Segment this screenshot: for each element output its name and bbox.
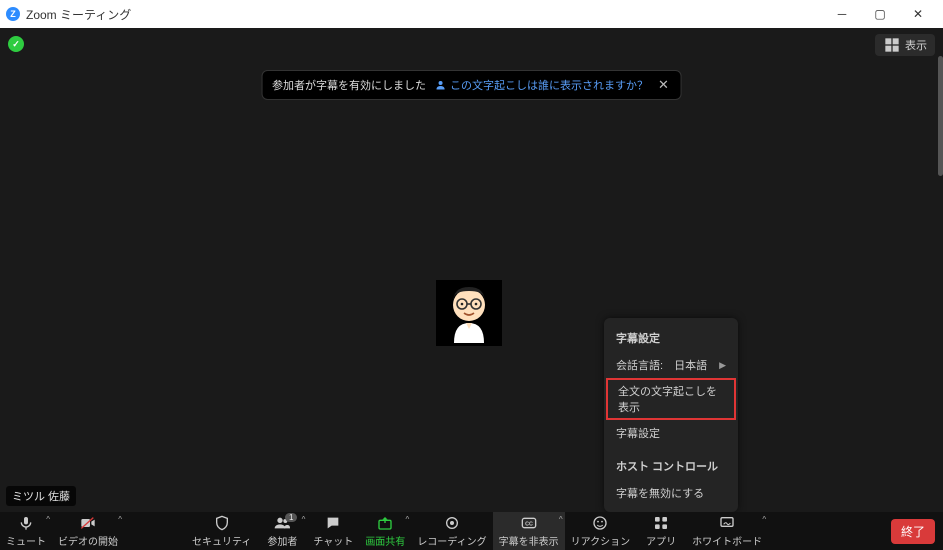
window-title: Zoom ミーティング — [26, 6, 131, 23]
smile-icon — [591, 515, 609, 531]
participant-avatar — [436, 280, 502, 346]
chat-icon — [324, 515, 342, 531]
record-icon — [443, 515, 461, 531]
video-area: 表示 参加者が字幕を有効にしました この文字起こしは誰に表示されますか？ ✕ ミ… — [0, 28, 943, 512]
avatar-icon — [444, 283, 494, 343]
chevron-right-icon: ▶ — [719, 360, 726, 371]
whiteboard-label: ホワイトボード — [692, 533, 762, 548]
share-icon — [376, 515, 394, 531]
spoken-language-item[interactable]: 会話言語: 日本語 ▶ — [604, 352, 738, 378]
show-full-transcript-item[interactable]: 全文の文字起こしを表示 — [606, 378, 736, 420]
caption-menu-heading: 字幕設定 — [604, 324, 738, 352]
security-label: セキュリティ — [192, 533, 251, 548]
subtitle-settings-item[interactable]: 字幕設定 — [604, 420, 738, 446]
camera-off-icon — [79, 515, 97, 531]
mic-icon — [17, 515, 35, 531]
share-button[interactable]: ^ 画面共有 — [359, 512, 411, 550]
show-full-transcript-label: 全文の文字起こしを表示 — [618, 383, 724, 415]
end-label: 終了 — [901, 525, 925, 539]
subtitle-settings-label: 字幕設定 — [616, 425, 660, 441]
person-icon — [434, 79, 446, 91]
chevron-up-icon[interactable]: ^ — [46, 515, 50, 524]
end-button[interactable]: 終了 — [891, 519, 935, 544]
maximize-button[interactable]: ▢ — [861, 0, 899, 28]
close-button[interactable]: ✕ — [899, 0, 937, 28]
toast-text: 参加者が字幕を有効にしました — [272, 77, 426, 93]
host-control-heading: ホスト コントロール — [604, 452, 738, 480]
cc-icon: CC — [520, 515, 538, 531]
chevron-up-icon[interactable]: ^ — [406, 515, 410, 524]
participants-label: 参加者 — [267, 533, 297, 548]
view-toggle-button[interactable]: 表示 — [875, 34, 935, 56]
disable-subtitles-label: 字幕を無効にする — [616, 485, 704, 501]
whiteboard-icon — [718, 515, 736, 531]
chevron-up-icon[interactable]: ^ — [302, 515, 306, 524]
share-label: 画面共有 — [365, 533, 405, 548]
chat-label: チャット — [313, 533, 353, 548]
chevron-up-icon[interactable]: ^ — [762, 515, 766, 524]
spoken-lang-value: 日本語 — [674, 360, 707, 372]
minimize-button[interactable]: ─ — [823, 0, 861, 28]
whiteboard-button[interactable]: ^ ホワイトボード — [686, 512, 768, 550]
reactions-button[interactable]: リアクション — [565, 512, 637, 550]
zoom-logo: Z — [6, 7, 20, 21]
spoken-lang-label: 会話言語: — [616, 360, 663, 372]
chat-button[interactable]: チャット — [307, 512, 359, 550]
toast-close-icon[interactable]: ✕ — [656, 77, 671, 93]
captions-label: 字幕を非表示 — [499, 533, 559, 548]
participant-name-label: ミツル 佐藤 — [6, 486, 76, 506]
disable-subtitles-item[interactable]: 字幕を無効にする — [604, 480, 738, 506]
record-button[interactable]: レコーディング — [411, 512, 492, 550]
svg-text:CC: CC — [525, 521, 533, 527]
mute-button[interactable]: ^ ミュート — [0, 512, 52, 550]
chevron-up-icon[interactable]: ^ — [118, 515, 122, 524]
video-label: ビデオの開始 — [58, 533, 118, 548]
caption-menu: 字幕設定 会話言語: 日本語 ▶ 全文の文字起こしを表示 字幕設定 ホスト コン… — [604, 318, 738, 512]
caption-notice-toast: 参加者が字幕を有効にしました この文字起こしは誰に表示されますか？ ✕ — [261, 70, 682, 100]
view-toggle-label: 表示 — [905, 37, 927, 53]
chevron-up-icon[interactable]: ^ — [559, 515, 563, 524]
toast-link-text: この文字起こしは誰に表示されますか？ — [450, 77, 648, 93]
encryption-badge-icon[interactable] — [8, 36, 24, 52]
captions-button[interactable]: ^ CC 字幕を非表示 — [493, 512, 565, 550]
participants-count: 1 — [285, 513, 297, 522]
apps-label: アプリ — [646, 533, 676, 548]
participants-button[interactable]: ^ 1 参加者 — [257, 512, 307, 550]
mute-label: ミュート — [6, 533, 46, 548]
reactions-label: リアクション — [571, 533, 631, 548]
apps-icon — [652, 515, 670, 531]
toast-link[interactable]: この文字起こしは誰に表示されますか？ — [434, 77, 648, 93]
shield-icon — [213, 515, 231, 531]
apps-button[interactable]: アプリ — [636, 512, 686, 550]
scrollbar-thumb[interactable] — [938, 56, 943, 176]
video-button[interactable]: ^ ビデオの開始 — [52, 512, 124, 550]
security-button[interactable]: セキュリティ — [186, 512, 257, 550]
controls-bar: ^ ミュート ^ ビデオの開始 セキュリティ ^ 1 参加者 チャット ^ 画面… — [0, 512, 943, 550]
record-label: レコーディング — [417, 533, 486, 548]
